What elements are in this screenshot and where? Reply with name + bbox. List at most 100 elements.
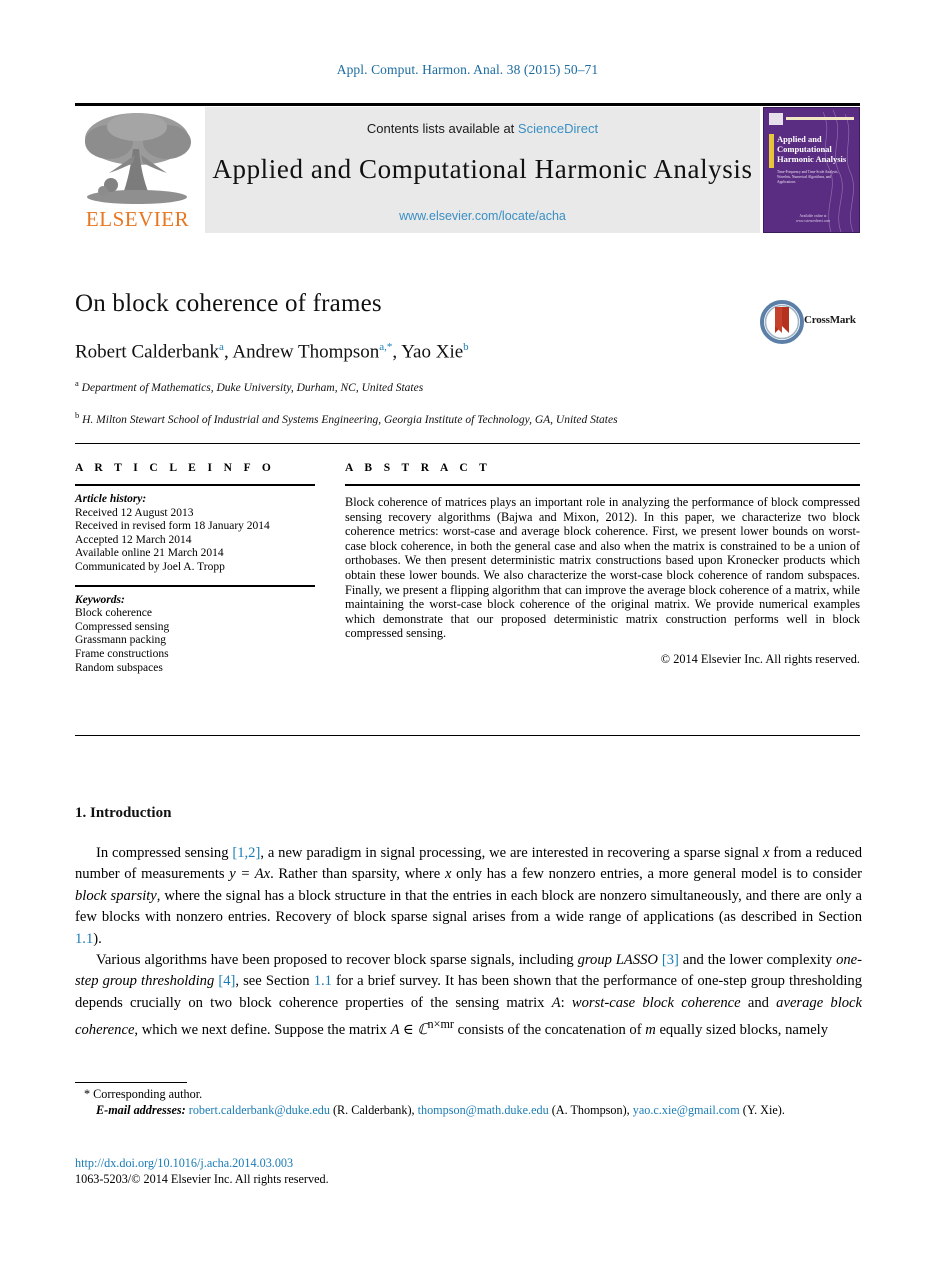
citation-link[interactable]: [4] (218, 973, 235, 989)
email-owner: (R. Calderbank) (332, 1102, 412, 1117)
emphasis-term: worst-case block coherence (571, 994, 741, 1011)
history-item: Communicated by Joel A. Tropp (75, 560, 225, 573)
text-run: , where the signal has a block structure… (75, 887, 862, 926)
journal-banner: ELSEVIER Contents lists available at Sci… (75, 107, 860, 233)
keyword-item: Grassmann packing (75, 634, 167, 647)
citation-link[interactable]: [3] (662, 952, 679, 968)
paragraph-2: Various algorithms have been proposed to… (75, 950, 862, 1041)
keyword-item: Compressed sensing (75, 620, 170, 633)
email-link[interactable]: yao.c.xie@gmail.com (633, 1103, 740, 1117)
email-addresses: E-mail addresses: robert.calderbank@duke… (96, 1102, 785, 1117)
author-affil-mark: b (463, 341, 469, 353)
corresponding-author-note: * Corresponding author. (84, 1087, 203, 1101)
author-name: Yao Xie (401, 341, 464, 363)
emphasis-term: block sparsity (75, 887, 157, 904)
abstract-divider (345, 484, 860, 486)
title-block: On block coherence of frames Robert Cald… (75, 290, 860, 427)
keywords-divider (75, 584, 315, 587)
issn-copyright: 1063-5203/© 2014 Elsevier Inc. All right… (75, 1171, 329, 1186)
email-owner: (Y. Xie) (742, 1102, 782, 1117)
cover-subtitle: Time-Frequency and Time-Scale Analysis, … (777, 170, 839, 184)
info-top-rule (75, 443, 860, 444)
text-run: equally sized blocks, namely (655, 1022, 829, 1039)
text-run: , see Section (235, 973, 314, 990)
history-item: Received in revised form 18 January 2014 (75, 520, 270, 533)
email-owner: (A. Thompson) (551, 1102, 627, 1117)
section-heading-introduction: 1. Introduction (75, 805, 172, 821)
article-title: On block coherence of frames (75, 290, 382, 317)
article-history-label: Article history: (75, 493, 147, 505)
abstract-text: Block coherence of matrices plays an imp… (345, 495, 860, 641)
author-name: Robert Calderbank (75, 341, 220, 363)
journal-cover-thumbnail: Applied and Computational Harmonic Analy… (763, 107, 860, 233)
affiliation-a: a Department of Mathematics, Duke Univer… (75, 376, 860, 395)
cover-elsevier-mark (769, 113, 783, 125)
cover-footer: Available online at www.sciencedirect.co… (795, 214, 831, 223)
text-run: and the lower complexity (678, 952, 837, 969)
affiliation-text: Department of Mathematics, Duke Universi… (81, 382, 424, 395)
text-run: ). (93, 930, 102, 947)
doi-block: http://dx.doi.org/10.1016/j.acha.2014.03… (75, 1156, 329, 1187)
paragraph-1: In compressed sensing [1,2], a new parad… (75, 843, 862, 950)
text-run: , a new paradigm in signal processing, w… (260, 845, 763, 861)
crossmark-label: CrossMark (804, 314, 856, 326)
contents-available-line: Contents lists available at ScienceDirec… (205, 121, 760, 136)
article-page: Appl. Comput. Harmon. Anal. 38 (2015) 50… (0, 0, 935, 1266)
affiliation-text: H. Milton Stewart School of Industrial a… (82, 413, 618, 426)
math-superscript: n×mr (427, 1017, 454, 1032)
email-link[interactable]: robert.calderbank@duke.edu (189, 1103, 330, 1117)
math-matrix-expression: A ∈ ℂn×mr (390, 1017, 454, 1039)
cover-top-bar (786, 117, 854, 120)
text-run: : (560, 994, 572, 1011)
keyword-item: Block coherence (75, 607, 152, 620)
math-var: A (551, 994, 561, 1011)
elsevier-tree-icon (85, 113, 191, 204)
email-link[interactable]: thompson@math.duke.edu (418, 1103, 549, 1117)
citation-link[interactable]: [1,2] (232, 845, 260, 861)
text-run: . Rather than sparsity, where (270, 866, 445, 883)
author-name: Andrew Thompson (232, 341, 380, 363)
abstract-column: A B S T R A C T Block coherence of matri… (345, 462, 860, 667)
keyword-item: Frame constructions (75, 647, 169, 660)
math-expression: A ∈ ℂ (390, 1022, 428, 1039)
email-label: E-mail addresses: (96, 1102, 186, 1117)
article-info-divider (75, 484, 315, 486)
doi-link[interactable]: http://dx.doi.org/10.1016/j.acha.2014.03… (75, 1156, 293, 1170)
history-item: Accepted 12 March 2014 (75, 533, 192, 546)
affiliation-b: b H. Milton Stewart School of Industrial… (75, 408, 860, 427)
keywords-group: Keywords: Block coherence Compressed sen… (75, 594, 315, 676)
keyword-item: Random subspaces (75, 661, 163, 674)
keywords-block: Keywords: Block coherence Compressed sen… (75, 584, 315, 676)
affiliation-mark: a (75, 378, 79, 389)
affiliation-mark: b (75, 410, 80, 421)
elsevier-logo: ELSEVIER (75, 107, 200, 233)
crossmark-icon[interactable] (760, 300, 804, 344)
introduction-body: In compressed sensing [1,2], a new parad… (75, 843, 862, 1042)
banner-center: Contents lists available at ScienceDirec… (205, 107, 760, 233)
text-run: Various algorithms have been proposed to… (96, 952, 578, 969)
crossmark-badge[interactable]: CrossMark (760, 300, 862, 346)
elsevier-wordmark: ELSEVIER (85, 207, 190, 231)
article-history: Article history: Received 12 August 2013… (75, 493, 315, 575)
cover-accent-bar (769, 134, 774, 168)
article-info-heading: A R T I C L E I N F O (75, 462, 276, 474)
footnote-rule (75, 1082, 187, 1083)
journal-url[interactable]: www.elsevier.com/locate/acha (205, 209, 760, 223)
section-link[interactable]: 1.1 (314, 973, 332, 989)
section-link[interactable]: 1.1 (75, 931, 93, 947)
article-info-column: A R T I C L E I N F O Article history: R… (75, 462, 315, 675)
math-var: m (645, 1022, 656, 1039)
sciencedirect-link[interactable]: ScienceDirect (518, 121, 598, 136)
text-run: In compressed sensing (96, 845, 233, 861)
running-head: Appl. Comput. Harmon. Anal. 38 (2015) 50… (336, 62, 599, 77)
journal-title: Applied and Computational Harmonic Analy… (212, 154, 753, 184)
abstract-bottom-rule (75, 735, 860, 736)
cover-title: Applied and Computational Harmonic Analy… (777, 134, 847, 164)
math-expression: y = Ax (229, 866, 271, 883)
contents-prefix: Contents lists available at (366, 121, 518, 136)
emphasis-term: group LASSO (577, 952, 658, 969)
author-list: Robert Calderbanka, Andrew Thompsona,*, … (75, 341, 469, 363)
history-item: Available online 21 March 2014 (75, 547, 224, 560)
author-affil-mark: a,* (379, 341, 393, 353)
header-rule (75, 103, 860, 106)
